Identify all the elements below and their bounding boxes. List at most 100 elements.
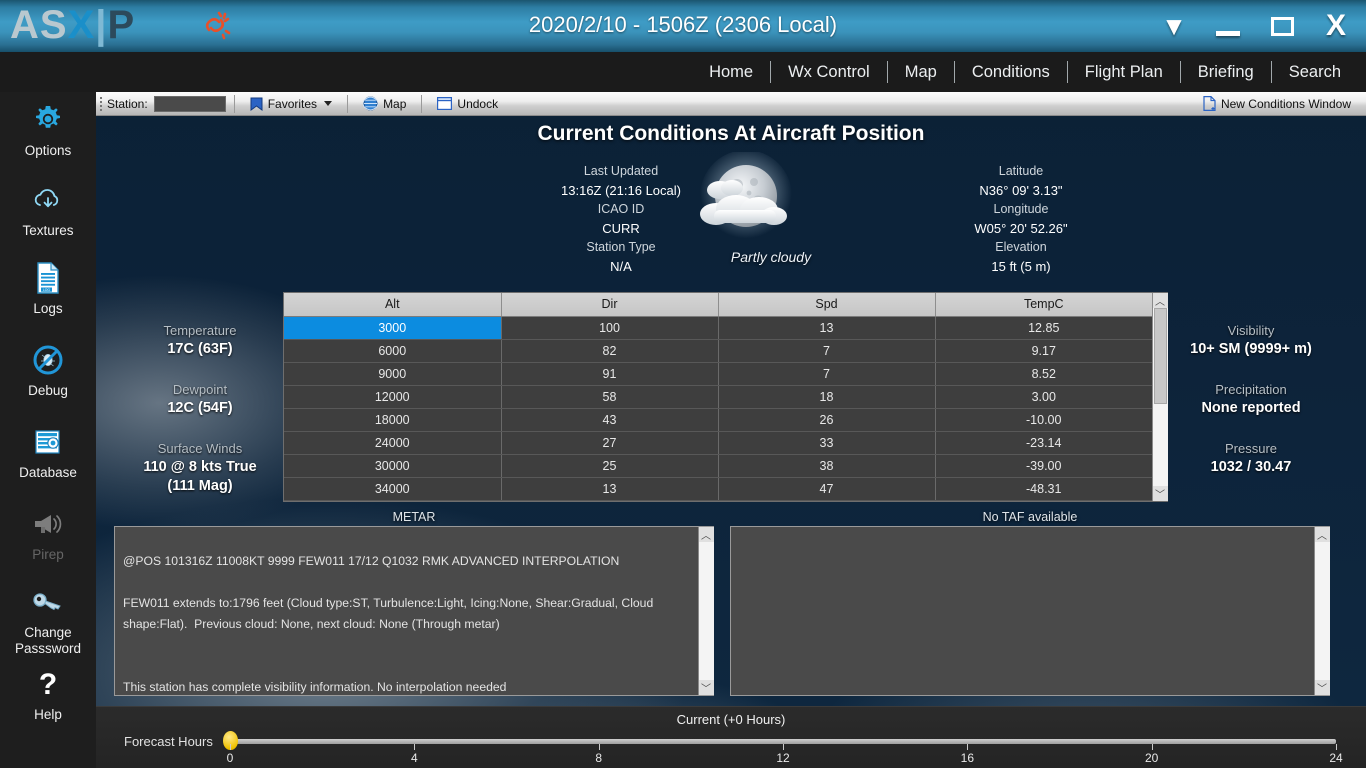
forecast-tick-label: 16 [960, 751, 975, 765]
collapse-icon[interactable]: ▼ [1158, 10, 1190, 42]
forecast-tick [1151, 744, 1153, 750]
weather-caption: Partly cloudy [730, 249, 812, 265]
scrollbar-track[interactable] [698, 542, 714, 680]
favorites-button[interactable]: Favorites [243, 93, 339, 115]
maximize-restore-icon[interactable] [1266, 10, 1298, 42]
dewpoint-label: Dewpoint [172, 382, 228, 397]
table-row[interactable]: 18000 43 26 -10.00 [284, 408, 1152, 432]
forecast-tick [1336, 744, 1337, 750]
table-cell-alt: 3000 [284, 316, 502, 340]
new-conditions-window-label: New Conditions Window [1220, 96, 1351, 111]
metar-textbox[interactable]: @POS 101316Z 11008KT 9999 FEW011 17/12 Q… [114, 526, 714, 696]
undock-button-label: Undock [457, 96, 499, 111]
station-label: Station: [107, 96, 148, 111]
new-conditions-window-button[interactable]: New Conditions Window [1196, 93, 1358, 115]
forecast-tick-label: 20 [1144, 751, 1159, 765]
taf-textbox[interactable]: ︿ ﹀ [730, 526, 1330, 696]
nav-separator [953, 61, 955, 83]
scroll-up-icon[interactable]: ︿ [1152, 293, 1168, 308]
table-cell-spd: 47 [718, 477, 936, 502]
sidebar-item-label: Help [34, 707, 62, 722]
table-row[interactable]: 30000 25 38 -39.00 [284, 454, 1152, 478]
precipitation-value: None reported [1201, 400, 1301, 416]
table-cell-alt: 18000 [284, 408, 502, 432]
key-icon [0, 582, 96, 622]
toolbar-grip[interactable] [96, 93, 105, 115]
visibility-value: 10+ SM (9999+ m) [1190, 341, 1312, 357]
toolbar-right-group: New Conditions Window [1196, 93, 1366, 115]
application-window: ASX|P 2020/2/10 - 1506Z (2306 Local) ▼ X… [0, 0, 1366, 768]
scroll-down-icon[interactable]: ﹀ [698, 680, 714, 695]
nav-item-search[interactable]: Search [1272, 63, 1358, 82]
conditions-toolbar: Station: Favorites Map Undock New Condit… [96, 92, 1366, 116]
winds-aloft-table[interactable]: Alt Dir Spd TempC 3000 100 13 12.85 6000 82 7 9… [283, 292, 1168, 502]
toolbar-separator [233, 94, 235, 113]
bookmark-icon [250, 97, 263, 111]
close-icon[interactable]: X [1320, 10, 1352, 42]
pressure-label: Pressure [1224, 441, 1278, 456]
page-title: Current Conditions At Aircraft Position [537, 122, 925, 145]
svg-text:?: ? [39, 668, 57, 701]
undock-button[interactable]: Undock [430, 93, 505, 115]
table-row[interactable]: 12000 58 18 3.00 [284, 385, 1152, 409]
sidebar-item-label: Debug [28, 383, 68, 398]
table-row[interactable]: 9000 91 7 8.52 [284, 362, 1152, 386]
nav-item-flight-plan[interactable]: Flight Plan [1068, 63, 1180, 82]
station-input[interactable] [153, 95, 226, 112]
cloud-download-icon [0, 180, 96, 220]
column-header-spd[interactable]: Spd [718, 293, 936, 317]
sidebar-item-help[interactable]: ? Help [0, 664, 96, 723]
surface-winds-label: Surface Winds [157, 441, 243, 456]
scrollbar-track[interactable] [1314, 542, 1330, 680]
table-cell-dir: 13 [501, 477, 719, 502]
nav-item-wx-control[interactable]: Wx Control [771, 63, 887, 82]
sidebar-item-change-password[interactable]: Change Passsword [0, 582, 96, 657]
table-row[interactable]: 6000 82 7 9.17 [284, 339, 1152, 363]
table-row[interactable]: 3000 100 13 12.85 [284, 316, 1152, 340]
map-button-label: Map [383, 96, 407, 111]
elevation-value: 15 ft (5 m) [991, 259, 1051, 274]
sidebar-item-logs[interactable]: LOG Logs [0, 258, 96, 317]
nav-item-map[interactable]: Map [888, 63, 954, 82]
nav-item-conditions[interactable]: Conditions [955, 63, 1067, 82]
sidebar-item-textures[interactable]: Textures [0, 180, 96, 239]
station-info-right: Latitude N36° 09' 3.13" Longitude W05° 2… [886, 162, 1156, 276]
sidebar-item-label: Options [24, 143, 72, 158]
table-scrollbar[interactable]: ︿ ﹀ [1152, 293, 1168, 501]
forecast-tick-label: 0 [226, 751, 234, 765]
temperature-value: 17C (63F) [167, 341, 233, 357]
scroll-down-icon[interactable]: ﹀ [1314, 680, 1330, 695]
table-row[interactable]: 24000 27 33 -23.14 [284, 431, 1152, 455]
gear-icon [0, 100, 96, 140]
sidebar-item-options[interactable]: Options [0, 100, 96, 159]
map-button[interactable]: Map [356, 93, 413, 115]
minimize-icon[interactable] [1212, 10, 1244, 42]
table-cell-tempc: 8.52 [935, 362, 1152, 386]
scrollbar-thumb[interactable] [1153, 308, 1167, 404]
megaphone-icon [0, 504, 96, 544]
taf-scrollbar[interactable]: ︿ ﹀ [1314, 527, 1330, 695]
nav-item-home[interactable]: Home [692, 63, 770, 82]
sidebar-item-pirep[interactable]: Pirep [0, 504, 96, 563]
forecast-hours-label: Forecast Hours [124, 734, 213, 749]
forecast-current-label: Current (+0 Hours) [676, 712, 786, 727]
table-cell-alt: 6000 [284, 339, 502, 363]
table-cell-dir: 25 [501, 454, 719, 478]
scroll-down-icon[interactable]: ﹀ [1152, 486, 1168, 501]
nav-item-briefing[interactable]: Briefing [1181, 63, 1271, 82]
surface-stats-left: Temperature 17C (63F) Dewpoint 12C (54F)… [110, 322, 290, 518]
main-nav: Home Wx Control Map Conditions Flight Pl… [0, 52, 1366, 92]
nav-separator [1066, 61, 1068, 83]
scroll-up-icon[interactable]: ︿ [698, 527, 714, 542]
temperature-label: Temperature [163, 323, 237, 338]
table-row[interactable]: 34000 13 47 -48.31 [284, 477, 1152, 502]
metar-text: @POS 101316Z 11008KT 9999 FEW011 17/12 Q… [123, 554, 654, 631]
sidebar-item-database[interactable]: Database [0, 422, 96, 481]
metar-scrollbar[interactable]: ︿ ﹀ [698, 527, 714, 695]
scroll-up-icon[interactable]: ︿ [1314, 527, 1330, 542]
sidebar-item-debug[interactable]: Debug [0, 340, 96, 399]
column-header-tempc[interactable]: TempC [935, 293, 1152, 317]
column-header-alt[interactable]: Alt [284, 293, 502, 317]
column-header-dir[interactable]: Dir [501, 293, 719, 317]
scrollbar-track[interactable] [1152, 308, 1168, 486]
